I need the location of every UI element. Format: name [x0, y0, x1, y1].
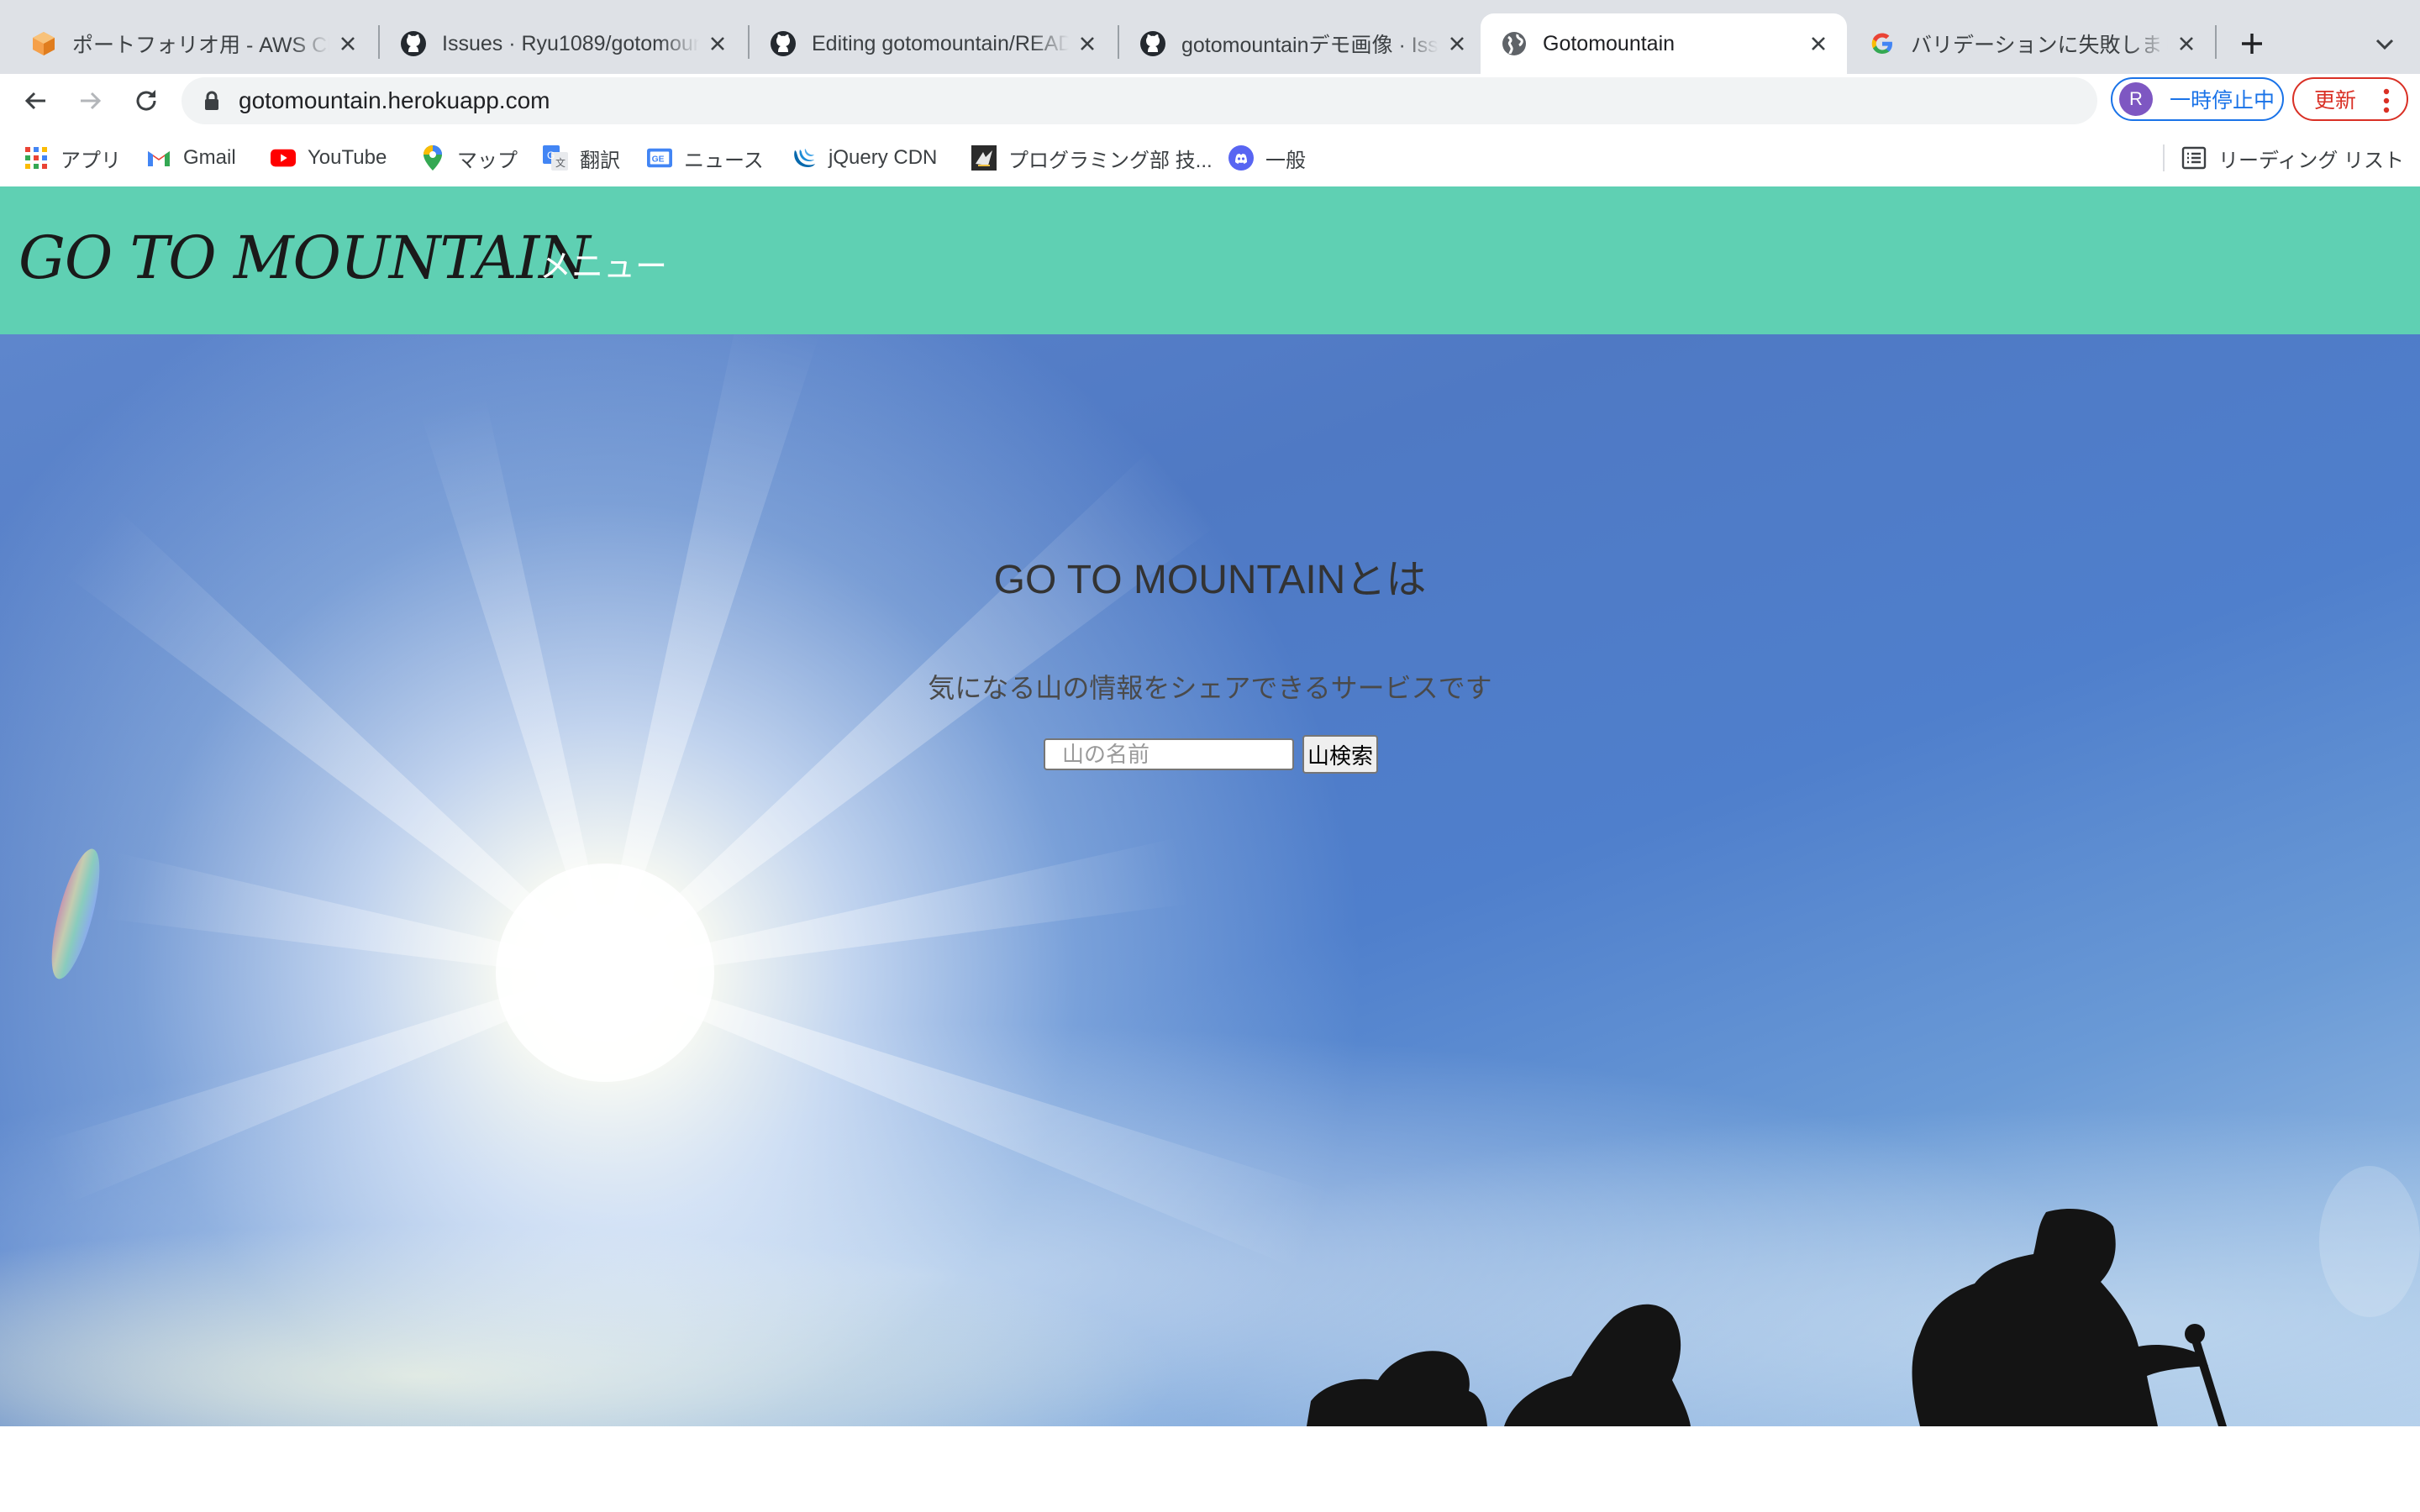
tab-strip: ポートフォリオ用 - AWS Cloud Issues · Ryu1089/go…: [0, 0, 2420, 74]
browser-toolbar: gotomountain.herokuapp.com R 一時停止中 更新: [0, 74, 2420, 128]
close-icon[interactable]: [1074, 30, 1101, 57]
close-icon[interactable]: [1444, 30, 1470, 57]
bookmark-label: マップ: [457, 149, 518, 172]
tab-title: Gotomountain: [1543, 31, 1676, 55]
close-icon[interactable]: [334, 30, 361, 57]
menu-link[interactable]: メニュー: [539, 240, 667, 286]
hero-background-image: [40, 334, 2420, 1426]
bookmark-maps[interactable]: マップ: [420, 141, 518, 175]
tab-title: バリデーションに失敗しました: [1911, 34, 2168, 57]
tab-validation-failed[interactable]: バリデーションに失敗しました: [1849, 13, 2215, 74]
lens-flare: [51, 848, 100, 979]
lock-icon[interactable]: [200, 89, 224, 113]
svg-text:GE: GE: [652, 155, 665, 165]
climbers-silhouette: [1307, 1209, 2227, 1426]
kebab-menu-icon[interactable]: [2378, 86, 2395, 116]
tab-title: gotomountainデモ画像 · Issue: [1181, 34, 1439, 57]
apps-grid-icon: [24, 145, 49, 171]
site-logo[interactable]: GO TO MOUNTAIN: [18, 223, 591, 292]
profile-button[interactable]: R 一時停止中: [2111, 77, 2284, 121]
tab-aws[interactable]: ポートフォリオ用 - AWS Cloud: [10, 13, 376, 74]
tab-title: ポートフォリオ用 - AWS Cloud: [72, 34, 329, 57]
globe-icon: [1501, 30, 1528, 57]
maps-icon: [420, 145, 445, 171]
chevron-down-icon[interactable]: [2368, 27, 2402, 60]
svg-text:文: 文: [555, 156, 566, 169]
bookmarks-bar: アプリ Gmail YouTube マップ G文 翻訳 GE ニュース jQue: [0, 128, 2420, 187]
hero-section: GO TO MOUNTAINとは 気になる山の情報をシェアできるサービスです 山…: [0, 334, 2420, 1426]
tab-separator: [2215, 25, 2217, 59]
profile-status-label: 一時停止中: [2170, 89, 2275, 113]
hero-subtitle: 気になる山の情報をシェアできるサービスです: [928, 673, 1492, 703]
bookmark-label: 翻訳: [580, 149, 620, 172]
tab-title: Issues · Ryu1089/gotomountain: [442, 31, 699, 55]
reload-icon[interactable]: [124, 79, 168, 123]
bookmark-label: 一般: [1265, 149, 1306, 172]
youtube-icon: [271, 145, 296, 171]
sun-rays: [40, 334, 1330, 1271]
github-icon: [770, 30, 797, 57]
lens-flare: [2319, 1166, 2420, 1317]
reading-list-icon: [2181, 145, 2207, 171]
bookmark-gmail[interactable]: Gmail: [146, 141, 236, 175]
tab-issues[interactable]: Issues · Ryu1089/gotomountain: [380, 13, 746, 74]
new-tab-plus-icon[interactable]: [2233, 25, 2270, 62]
reading-list-button[interactable]: リーディング リスト: [2181, 141, 2404, 175]
mountain-search-form: 山検索: [1044, 734, 1379, 774]
bookmark-general[interactable]: 一般: [1228, 141, 1306, 175]
translate-icon: G文: [543, 145, 568, 171]
reading-list-label: リーディング リスト: [2218, 149, 2404, 172]
site-header: GO TO MOUNTAIN メニュー: [0, 186, 2420, 334]
gmail-icon: [146, 145, 171, 171]
tab-editing-readme[interactable]: Editing gotomountain/README: [750, 13, 1116, 74]
club-icon: [971, 145, 997, 171]
bookmark-label: YouTube: [308, 146, 387, 169]
bookmark-news[interactable]: GE ニュース: [647, 141, 764, 175]
google-icon: [1869, 30, 1896, 57]
svg-text:G: G: [547, 150, 555, 161]
aws-icon: [30, 30, 57, 57]
update-button[interactable]: 更新: [2292, 77, 2408, 121]
jquery-icon: [792, 145, 817, 171]
bookmark-label: プログラミング部 技...: [1008, 149, 1213, 172]
forward-arrow-icon[interactable]: [69, 79, 113, 123]
close-icon[interactable]: [704, 30, 731, 57]
bookmark-label: jQuery CDN: [829, 146, 938, 169]
bookmark-label: Gmail: [183, 146, 236, 169]
discord-icon: [1228, 145, 1254, 171]
avatar: R: [2119, 82, 2153, 116]
mountain-search-button[interactable]: 山検索: [1302, 735, 1379, 774]
bookmark-label: ニュース: [684, 149, 764, 172]
update-label: 更新: [2314, 89, 2357, 113]
close-icon[interactable]: [2173, 30, 2200, 57]
bookmark-translate[interactable]: G文 翻訳: [543, 141, 620, 175]
news-icon: GE: [647, 145, 672, 171]
bookmark-youtube[interactable]: YouTube: [271, 141, 387, 175]
github-icon: [400, 30, 427, 57]
bookmark-apps[interactable]: アプリ: [24, 141, 121, 175]
mountain-name-input[interactable]: [1044, 738, 1294, 770]
bookmark-programming-club[interactable]: プログラミング部 技...: [971, 141, 1213, 175]
tab-gotomountain[interactable]: Gotomountain: [1481, 13, 1847, 74]
bookmark-jquery-cdn[interactable]: jQuery CDN: [792, 141, 937, 175]
back-arrow-icon[interactable]: [13, 79, 57, 123]
url-text[interactable]: gotomountain.herokuapp.com: [239, 87, 550, 114]
hero-title: GO TO MOUNTAINとは: [993, 558, 1427, 602]
bookmarks-divider: [2163, 144, 2165, 171]
tab-demo-image-issue[interactable]: gotomountainデモ画像 · Issue: [1119, 13, 1486, 74]
address-bar[interactable]: gotomountain.herokuapp.com: [182, 77, 2257, 124]
github-icon: [1139, 30, 1166, 57]
tab-title: Editing gotomountain/README: [812, 31, 1069, 55]
close-icon[interactable]: [1805, 30, 1832, 57]
bookmark-label: アプリ: [60, 149, 121, 172]
